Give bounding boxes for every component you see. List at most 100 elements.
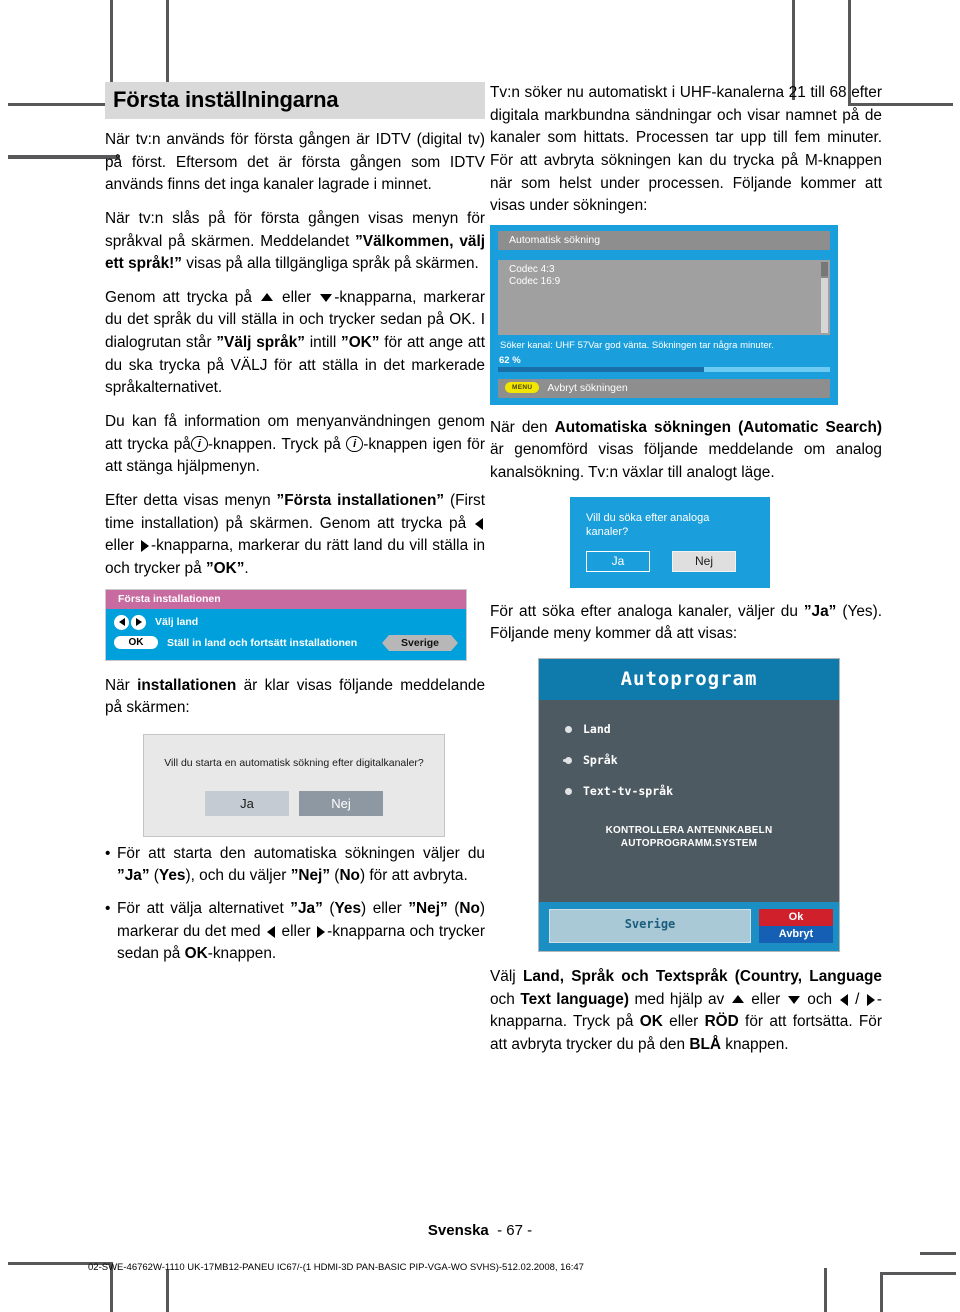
r-para4-part-c: med hjälp av (629, 990, 730, 1008)
osd-first-installation-header: Första installationen (106, 589, 466, 609)
paragraph-uhf-scan-text: Tv:n söker nu automatiskt i UHF-kanalern… (490, 84, 882, 215)
autoprogram-softkeys: Ok Avbryt (759, 909, 833, 944)
dialog-digital-search-yes-button[interactable]: Ja (205, 790, 289, 816)
osd-automatic-search-header: Automatisk sökning (498, 230, 830, 250)
list-item: Codec 16:9 (509, 276, 561, 288)
arrow-up-icon (261, 292, 273, 301)
info-button-icon-2: i (346, 435, 364, 452)
dialog-digital-search-no-button[interactable]: Nej (299, 790, 383, 816)
r-para3-part-a: För att söka efter analoga kanaler, välj… (490, 602, 804, 620)
right-column: Tv:n söker nu automatiskt i UHF-kanalern… (490, 82, 882, 1068)
dialog-analog-search-message: Vill du söka efter analoga kanaler? (586, 511, 710, 538)
scrollbar-thumb[interactable] (821, 261, 828, 276)
bullet-icon (565, 725, 572, 733)
arrow-left-icon-2 (267, 925, 276, 938)
menu-item-text-tv-sprak-label: Text-tv-språk (583, 784, 674, 799)
paragraph-select-country-language: Välj Land, Språk och Textspråk (Country,… (490, 966, 882, 1057)
para5-bold-1: ”Första installationen” (276, 491, 445, 509)
r-para2-bold: Automatiska sökningen (Automatic Search) (554, 418, 882, 436)
paragraph-info-button: Du kan få information om menyanvändninge… (105, 411, 485, 479)
arrow-left-key-icon (114, 614, 129, 630)
menu-key-icon: MENU (505, 382, 540, 394)
para3-part-d: intill (304, 334, 342, 352)
r-para4-part-e: och (801, 990, 838, 1008)
osd-cancel-label: Avbryt sökningen (547, 381, 628, 394)
left-right-keys-icon (114, 614, 146, 630)
paragraph-first-install: Efter detta visas menyn ”Första installa… (105, 490, 485, 581)
paragraph-intro: När tv:n används för första gången är ID… (105, 129, 485, 197)
country-selector[interactable]: Sverige (382, 634, 458, 651)
dialog-analog-search-yes-button[interactable]: Ja (586, 550, 650, 572)
page-title: Första inställningarna (105, 82, 485, 119)
para3-bold-1: ”Välj språk” (216, 334, 305, 352)
r-para4-bold-1: Land, Språk och Textspråk (Country, Lang… (522, 968, 882, 986)
osd-row-select-country[interactable]: Välj land (114, 614, 458, 630)
autoprogram-country-value[interactable]: Sverige (549, 909, 751, 944)
bullet1-part-e: ) för att avbryta. (359, 867, 468, 885)
bullet2-part-h: -knappen. (207, 945, 277, 963)
para3-bold-2: ”OK” (341, 334, 380, 352)
dialog-analog-search-buttons: Ja Nej (586, 550, 754, 572)
crop-mark-top-left-2 (8, 155, 120, 159)
osd-autoprogram-bottom: Sverige Ok Avbryt (539, 902, 839, 952)
r-para2-part-a: När den (490, 418, 555, 436)
arrow-right-key-icon (131, 614, 146, 630)
osd-progress-bar (498, 366, 830, 372)
r-para4-bold-3: OK (639, 1013, 663, 1031)
paragraph-select-language: Genom att trycka på eller -knapparna, ma… (105, 287, 485, 400)
arrow-down-icon-3 (787, 995, 800, 1004)
para2-part-b: visas på alla tillgängliga språk på skär… (181, 255, 479, 273)
dialog-digital-search-buttons: Ja Nej (144, 790, 444, 816)
left-bullet-list: För att starta den automatiska sökningen… (105, 843, 485, 966)
bullet2-bold-5: OK (184, 945, 208, 963)
para3-part-a: Genom att trycka på (105, 288, 259, 306)
menu-item-land[interactable]: Land (565, 722, 839, 736)
bullet1-part-b: ( (149, 867, 159, 885)
bullet1-bold-2: Yes (158, 867, 186, 885)
crop-mark-bottom-right (920, 1252, 956, 1255)
country-next-icon[interactable] (451, 634, 458, 651)
menu-item-text-tv-sprak[interactable]: Text-tv-språk (565, 784, 839, 798)
manual-page: Första inställningarna När tv:n används … (0, 0, 960, 1312)
bullet2-bold-4: No (459, 900, 480, 918)
osd-channel-list[interactable]: Codec 4:3 Codec 16:9 (498, 259, 830, 335)
para4-part-b: -knappen. Tryck på (207, 435, 347, 453)
bullet1-bold-1: ”Ja” (117, 867, 150, 885)
osd-autoprogram: Autoprogram Land Språk Text-tv-språk KON… (538, 658, 840, 953)
bullet1-bold-3: ”Nej” (290, 867, 331, 885)
menu-item-sprak[interactable]: Språk (565, 753, 839, 767)
autoprogram-cancel-button[interactable]: Avbryt (759, 926, 833, 944)
osd-row-confirm-country-label: Ställ in land och fortsätt installatione… (167, 636, 358, 649)
osd-progress-label: 62 % (499, 354, 521, 366)
country-prev-icon[interactable] (382, 634, 390, 651)
osd-automatic-search: Automatisk sökning Codec 4:3 Codec 16:9 … (490, 224, 838, 405)
para3-part-b: eller (275, 288, 319, 306)
r-para2-part-b: är genomförd visas följande meddelande o… (490, 441, 882, 482)
crop-mark-bottom-right-2 (880, 1272, 956, 1275)
dialog-analog-search-no-button[interactable]: Nej (672, 550, 736, 572)
r-para4-bold-2: Text language) (520, 990, 629, 1008)
page-number: - 67 - (497, 1222, 533, 1239)
r-para4-part-b: och (490, 990, 521, 1008)
osd-row-confirm-country[interactable]: OK Ställ in land och fortsätt installati… (114, 634, 458, 651)
osd-autoprogram-notice: KONTROLLERA ANTENNKABELN AUTOPROGRAMM.SY… (539, 824, 839, 850)
r-para4-part-h: eller (662, 1013, 705, 1031)
osd-cancel-row[interactable]: MENU Avbryt sökningen (498, 378, 830, 398)
r-para4-part-d: eller (745, 990, 786, 1008)
bullet2-part-d: ( (447, 900, 460, 918)
list-item: För att välja alternativet ”Ja” (Yes) el… (105, 898, 485, 966)
bullet2-part-c: ) eller (361, 900, 409, 918)
autoprogram-ok-button[interactable]: Ok (759, 909, 833, 927)
arrow-up-icon-3 (731, 994, 744, 1003)
osd-autoprogram-spacer (539, 850, 839, 894)
scrollbar-track[interactable] (821, 277, 828, 333)
page-footer: Svenska - 67 - (0, 1222, 960, 1239)
arrow-right-icon-2 (317, 925, 326, 938)
para5-part-e: . (244, 559, 249, 577)
channel-list-scrollbar[interactable] (821, 261, 828, 333)
arrow-down-icon (320, 293, 333, 302)
bullet2-part-f: eller (277, 922, 316, 940)
country-value: Sverige (389, 634, 451, 651)
paragraph-install-complete: När installationen är klar visas följand… (105, 675, 485, 720)
paragraph-uhf-scan: Tv:n söker nu automatiskt i UHF-kanalern… (490, 82, 882, 218)
